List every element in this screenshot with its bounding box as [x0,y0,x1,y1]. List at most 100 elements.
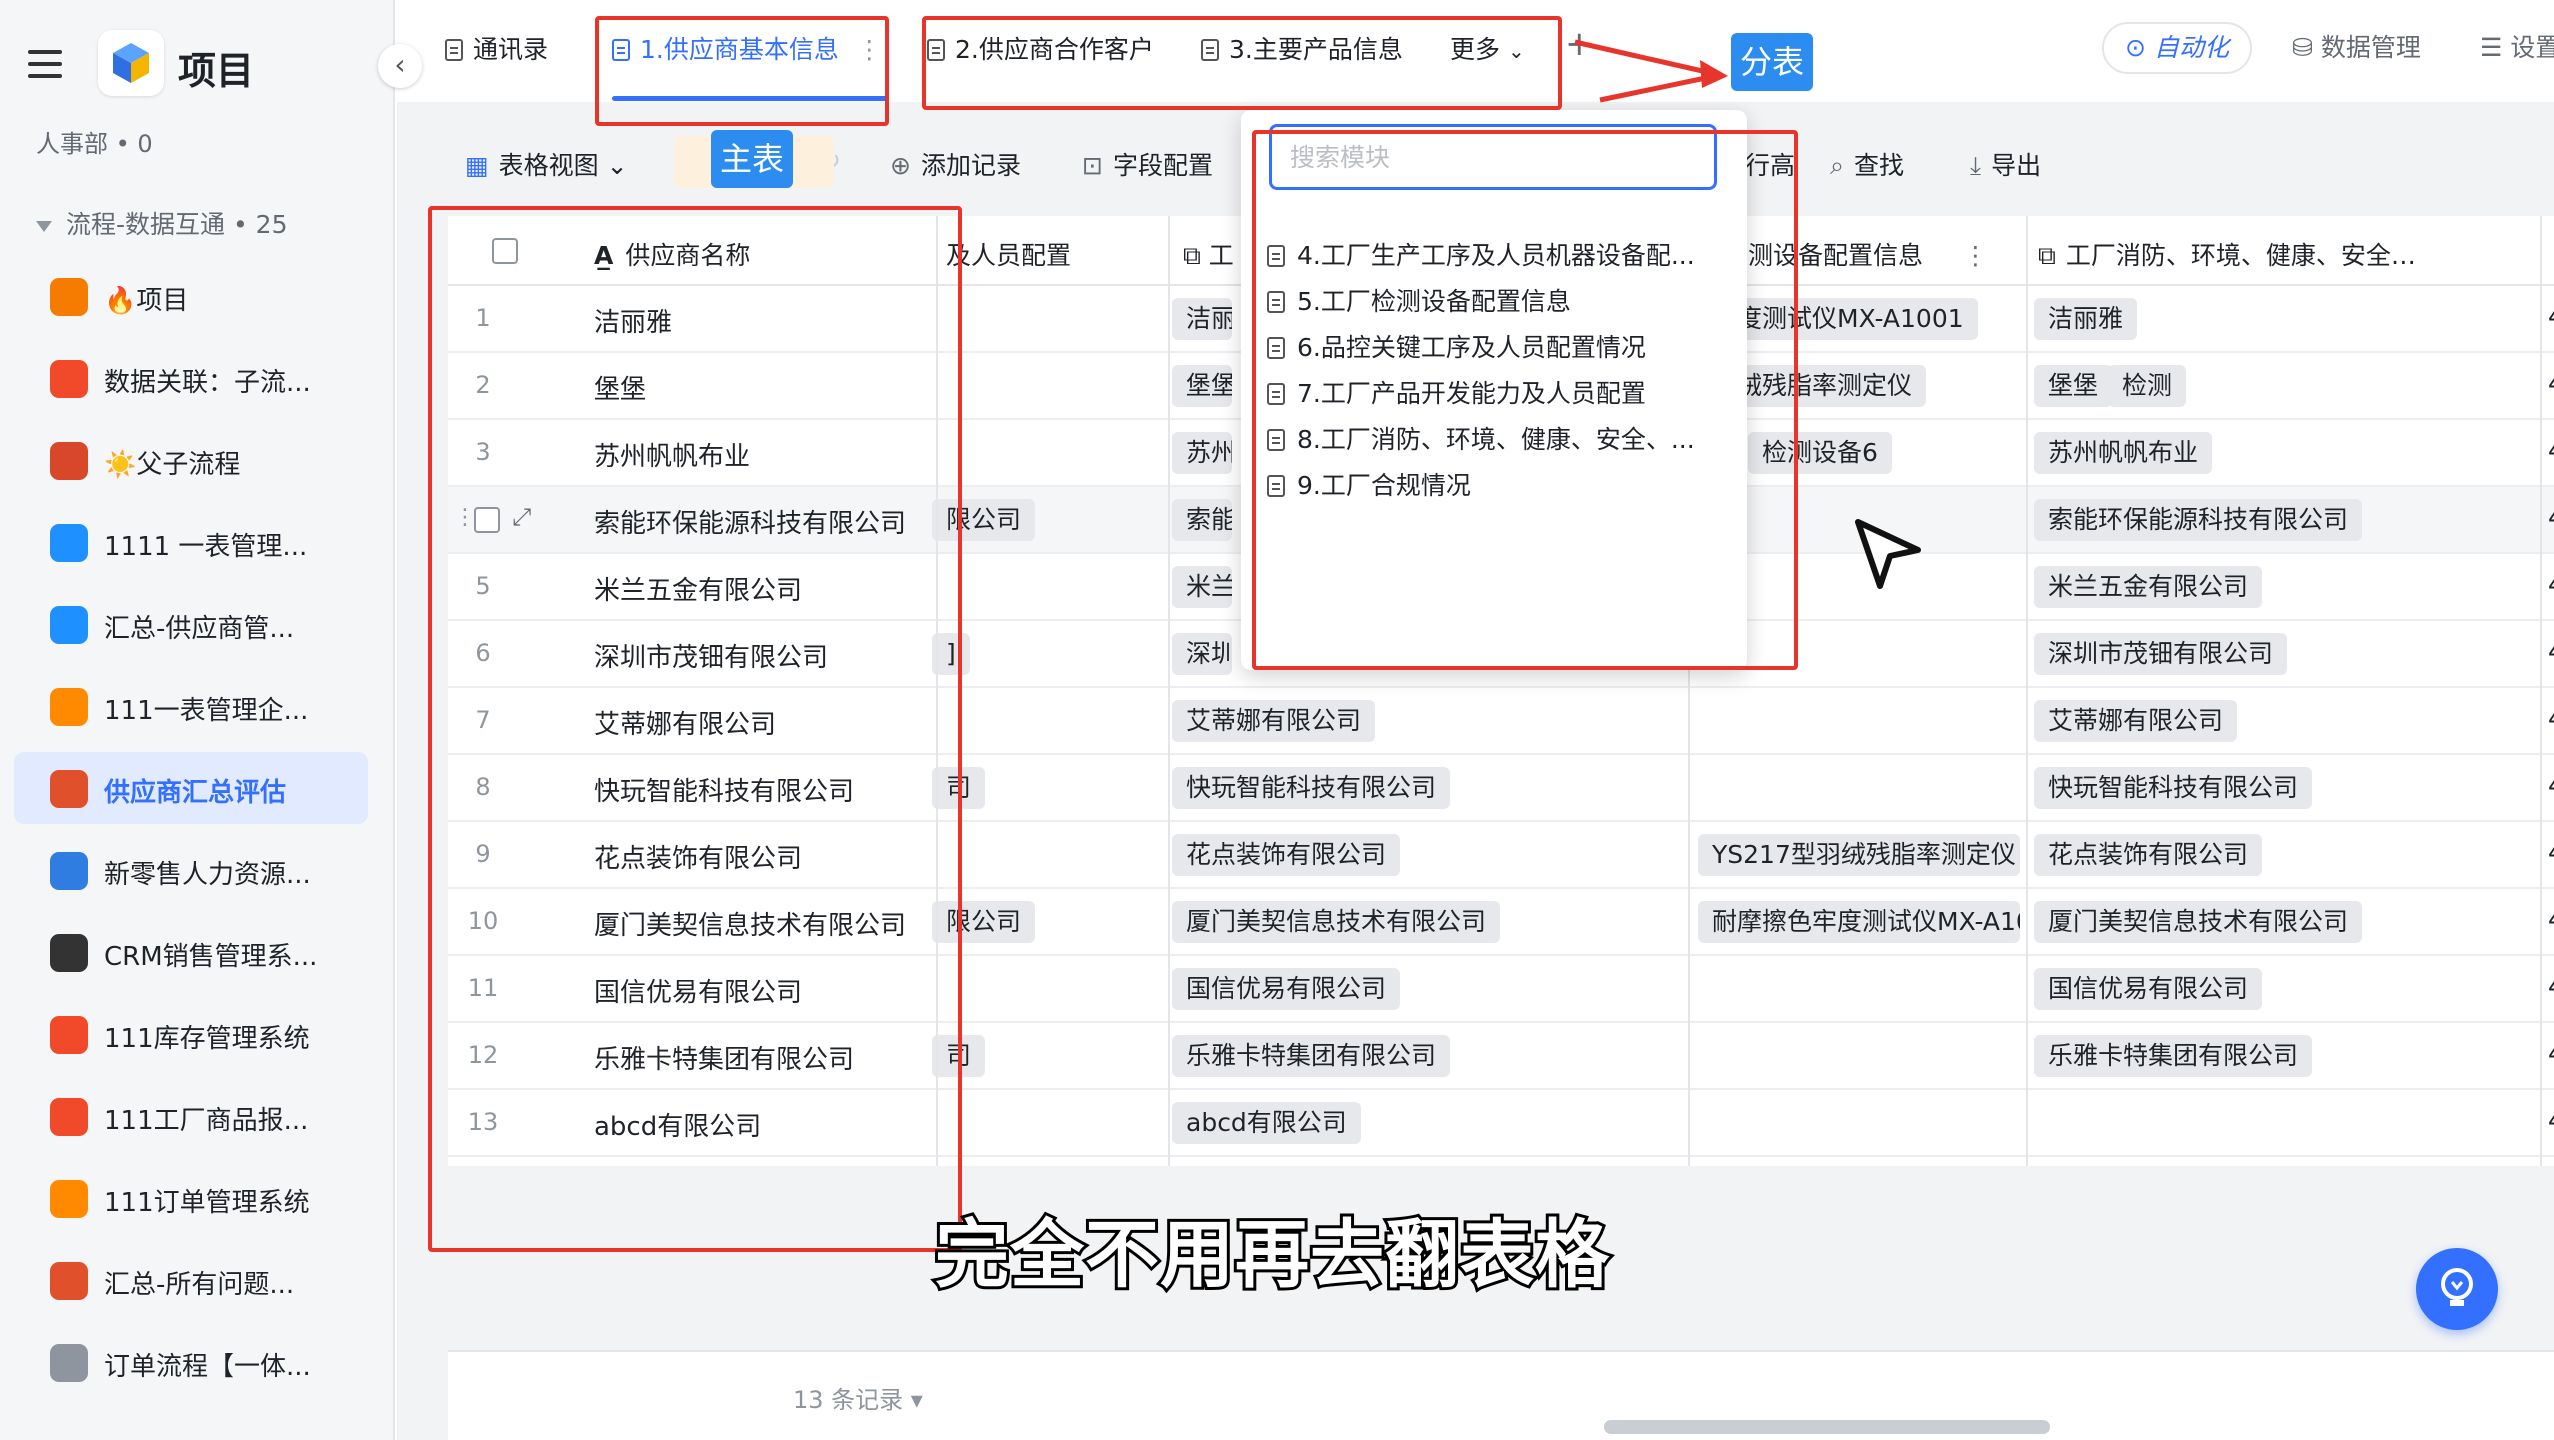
table-row[interactable]: 10 厦门美契信息技术有限公司 限公司 厦门美契信息技术有限公司 耐摩擦色牢度测试仪MX… [448,889,2554,956]
linked-record-tag[interactable]: 快玩智能科技有限公司 [1172,767,1451,809]
table-row[interactable]: 11 国信优易有限公司 国信优易有限公司 国信优易有限公司 4 [448,956,2554,1023]
linked-record-tag[interactable]: 米兰 [1172,566,1232,608]
supplier-name-cell[interactable]: 厦门美契信息技术有限公司 [594,905,906,942]
header-fire-safety[interactable]: ⧉ 工厂消防、环境、健康、安全… [2038,236,2416,272]
help-button[interactable] [2416,1248,2498,1330]
header-supplier-name[interactable]: A̲ 供应商名称 [594,236,750,272]
select-all-checkbox[interactable] [492,238,518,264]
personnel-config-tag[interactable]: 司 [932,1035,986,1077]
module-search-field[interactable] [1269,124,1717,190]
sidebar-item[interactable]: ☀️父子流程 [14,424,368,496]
linked-record-tag[interactable]: 苏州 [1172,432,1232,474]
fire-safety-tag[interactable]: 快玩智能科技有限公司 [2034,767,2313,809]
linked-record-tag[interactable]: 艾蒂娜有限公司 [1172,700,1376,742]
sidebar-item[interactable]: 新零售人力资源... [14,834,368,906]
module-menu-item[interactable]: 4.工厂生产工序及人员机器设备配... [1267,236,1695,272]
fire-safety-tag[interactable]: 国信优易有限公司 [2034,968,2263,1010]
table-row[interactable]: 12 乐雅卡特集团有限公司 司 乐雅卡特集团有限公司 乐雅卡特集团有限公司 4 [448,1023,2554,1090]
automation-button[interactable]: ⊙ 自动化 [2102,22,2252,74]
equipment-tag[interactable]: 检测 [2108,365,2187,407]
menu-icon[interactable] [28,50,62,78]
linked-record-tag[interactable]: 洁丽 [1172,298,1232,340]
sidebar-item[interactable]: 111库存管理系统 [14,998,368,1070]
linked-record-tag[interactable]: 乐雅卡特集团有限公司 [1172,1035,1451,1077]
supplier-name-cell[interactable]: 快玩智能科技有限公司 [594,771,854,808]
fire-safety-tag[interactable]: 堡堡 [2034,365,2113,407]
data-management-button[interactable]: ⛁ 数据管理 [2292,28,2421,64]
sidebar-item[interactable]: 数据关联：子流... [14,342,368,414]
supplier-name-cell[interactable]: 乐雅卡特集团有限公司 [594,1039,854,1076]
expand-row-icon[interactable]: ⤢ [512,503,531,531]
personnel-config-tag[interactable]: 限公司 [932,901,1036,943]
tab-supplier-basic-info[interactable]: 1.供应商基本信息 ⋮ [612,30,882,66]
sidebar-item[interactable]: CRM销售管理系... [14,916,368,988]
collapse-sidebar-button[interactable]: ‹ [378,44,422,88]
horizontal-scrollbar[interactable] [1604,1420,2050,1434]
sidebar-item[interactable]: 🔥项目 [14,260,368,332]
fire-safety-tag[interactable]: 深圳市茂钿有限公司 [2034,633,2288,675]
fire-safety-tag[interactable]: 苏州帆帆布业 [2034,432,2213,474]
linked-record-tag[interactable]: 厦门美契信息技术有限公司 [1172,901,1501,943]
supplier-name-cell[interactable]: 米兰五金有限公司 [594,570,802,607]
column-menu-icon[interactable]: ⋮ [1963,241,1988,270]
linked-record-tag[interactable]: 国信优易有限公司 [1172,968,1401,1010]
personnel-config-tag[interactable]: 司 [932,767,986,809]
tab-more-icon[interactable]: ⋮ [857,35,882,64]
linked-record-tag[interactable]: abcd有限公司 [1172,1102,1361,1144]
table-row[interactable]: 13 abcd有限公司 abcd有限公司 4 [448,1090,2554,1157]
linked-record-tag[interactable]: 索能 [1172,499,1232,541]
supplier-name-cell[interactable]: 艾蒂娜有限公司 [594,704,776,741]
fire-safety-tag[interactable]: 索能环保能源科技有限公司 [2034,499,2363,541]
equipment-tag[interactable]: 检测设备6 [1748,432,1892,474]
add-record-button[interactable]: ⊕ 添加记录 [890,146,1021,182]
linked-record-tag[interactable]: 堡堡 [1172,365,1232,407]
module-menu-item[interactable]: 8.工厂消防、环境、健康、安全、... [1267,420,1695,456]
fire-safety-tag[interactable]: 花点装饰有限公司 [2034,834,2263,876]
module-search-input[interactable] [1290,143,1690,172]
linked-record-tag[interactable]: 花点装饰有限公司 [1172,834,1401,876]
personnel-config-tag[interactable]: 限公司 [932,499,1036,541]
sidebar-item[interactable]: 111工厂商品报... [14,1080,368,1152]
supplier-name-cell[interactable]: 深圳市茂钿有限公司 [594,637,828,674]
supplier-name-cell[interactable]: 索能环保能源科技有限公司 [594,503,906,540]
table-row[interactable]: 8 快玩智能科技有限公司 司 快玩智能科技有限公司 快玩智能科技有限公司 4 [448,755,2554,822]
equipment-tag[interactable]: 耐摩擦色牢度测试仪MX-A1001 [1698,901,2020,943]
linked-record-tag[interactable]: 深圳 [1172,633,1232,675]
module-menu-item[interactable]: 9.工厂合规情况 [1267,466,1471,502]
module-menu-item[interactable]: 6.品控关键工序及人员配置情况 [1267,328,1646,364]
supplier-name-cell[interactable]: abcd有限公司 [594,1106,761,1143]
supplier-name-cell[interactable]: 国信优易有限公司 [594,972,802,1009]
sidebar-item[interactable]: 汇总-供应商管... [14,588,368,660]
supplier-name-cell[interactable]: 堡堡 [594,369,646,406]
sidebar-item[interactable]: 订单流程【一体... [14,1326,368,1398]
sidebar-item[interactable]: 汇总-所有问题... [14,1244,368,1316]
find-button[interactable]: ⌕ 查找 [1830,146,1904,182]
sidebar-item-hr[interactable]: 人事部 • 0 [36,124,153,159]
fire-safety-tag[interactable]: 米兰五金有限公司 [2034,566,2263,608]
tab-more-dropdown[interactable]: 更多 ⌄ [1450,30,1525,66]
module-menu-item[interactable]: 7.工厂产品开发能力及人员配置 [1267,374,1646,410]
header-link-icon[interactable]: ⧉ 工 [1183,236,1234,272]
supplier-name-cell[interactable]: 洁丽雅 [594,302,672,339]
header-test-equipment[interactable]: 测设备配置信息 ⋮ [1748,236,1988,272]
fire-safety-tag[interactable]: 厦门美契信息技术有限公司 [2034,901,2363,943]
module-menu-item[interactable]: 5.工厂检测设备配置信息 [1267,282,1571,318]
settings-button[interactable]: ☰ 设置 [2480,28,2554,64]
export-button[interactable]: ⤓ 导出 [1970,146,2041,182]
supplier-name-cell[interactable]: 苏州帆帆布业 [594,436,750,473]
fire-safety-tag[interactable]: 洁丽雅 [2034,298,2138,340]
fire-safety-tag[interactable]: 乐雅卡特集团有限公司 [2034,1035,2313,1077]
row-checkbox[interactable] [474,507,500,533]
sidebar-item[interactable]: 供应商汇总评估 [14,752,368,824]
table-row[interactable]: 9花点装饰有限公司花点装饰有限公司YS217型羽绒残脂率测定仪检测花点装饰有限公… [448,822,2554,889]
sidebar-item[interactable]: 1111 一表管理... [14,506,368,578]
sidebar-group-workflow[interactable]: 流程-数据互通 • 25 [36,205,288,241]
record-count[interactable]: 13 条记录 ▾ [793,1380,923,1415]
tab-supplier-customers[interactable]: 2.供应商合作客户 [927,30,1154,66]
sidebar-item[interactable]: 111一表管理企... [14,670,368,742]
equipment-tag[interactable]: YS217型羽绒残脂率测定仪 [1698,834,2020,876]
supplier-name-cell[interactable]: 花点装饰有限公司 [594,838,802,875]
view-switcher[interactable]: ▦ 表格视图 ⌄ [465,146,628,182]
row-height-button[interactable]: 行高 [1745,146,1795,182]
field-config-button[interactable]: ⊡ 字段配置 [1082,146,1213,182]
